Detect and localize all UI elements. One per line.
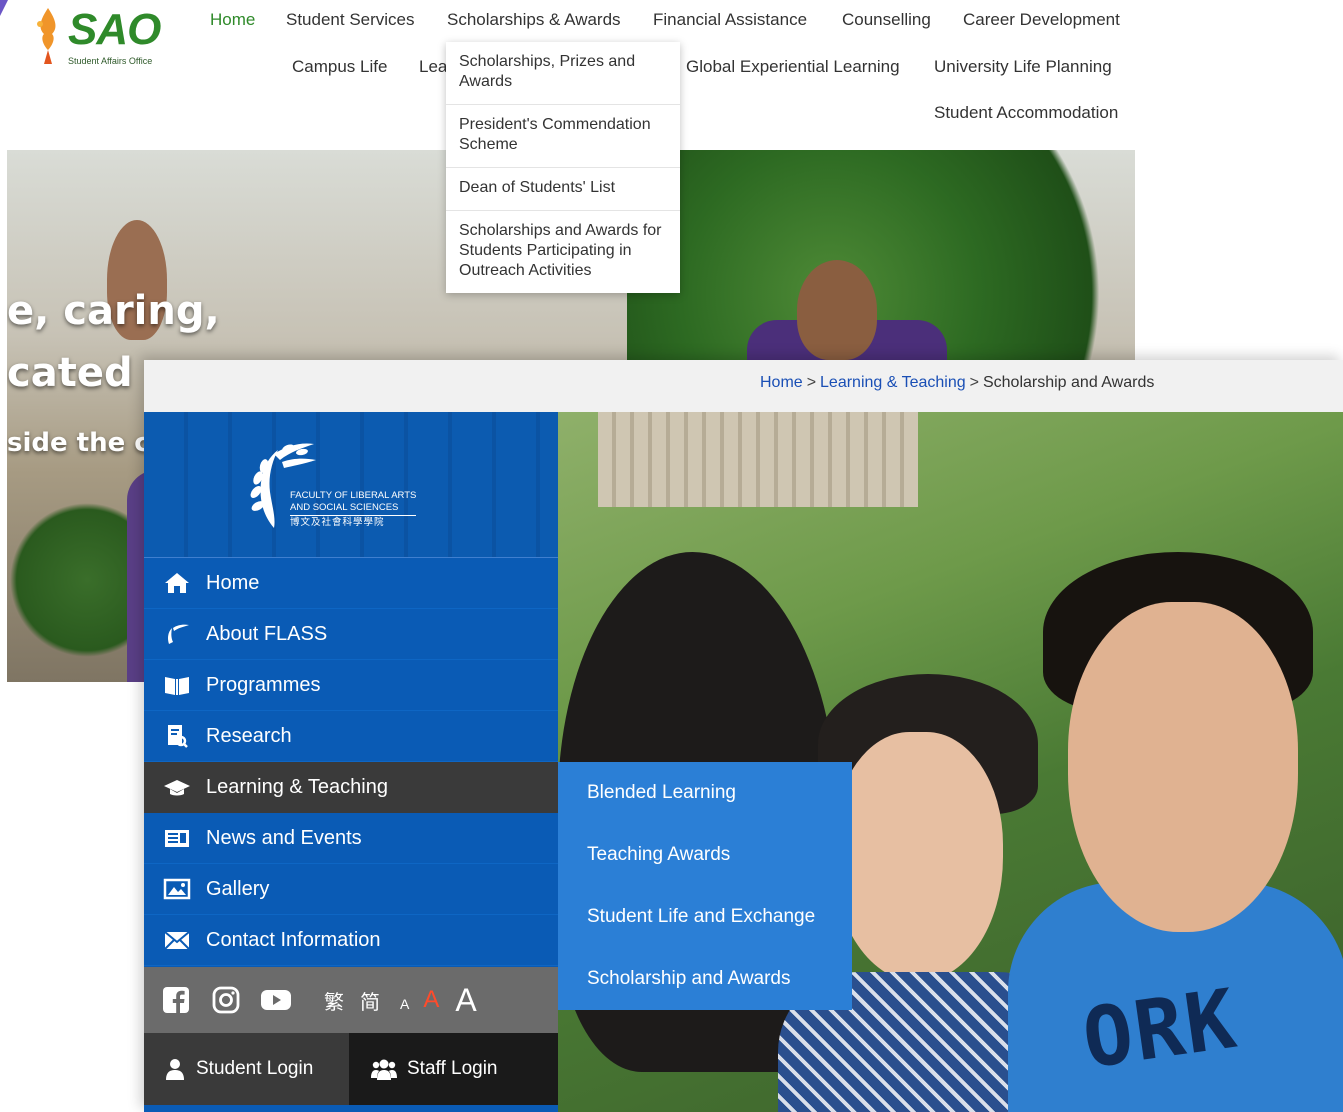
flass-window: Home > Learning & Teaching > Scholarship and… [144,360,1343,1112]
youtube-icon[interactable] [260,984,292,1016]
sao-scholarships-dropdown: Scholarships, Prizes and Awards Presiden… [446,42,680,293]
menu-item-label: Contact Information [206,928,381,951]
menu-item-label: News and Events [206,826,362,849]
breadcrumb: Home > Learning & Teaching > Scholarship and… [760,374,1154,392]
breadcrumb-separator: > [806,374,817,391]
utility-bar: 繁 简 A A A [144,967,558,1033]
submenu-item-blended-learning[interactable]: Blended Learning [558,762,852,824]
menu-item-label: Programmes [206,673,321,696]
main-menu: Home About FLASS Programmes Research Lea… [144,558,558,966]
lang-simplified-chinese[interactable]: 简 [360,986,380,1015]
menu-item-learning-teaching[interactable]: Learning & Teaching [144,762,558,813]
submenu-item-scholarship-awards[interactable]: Scholarship and Awards [558,948,852,1010]
font-size-medium-button[interactable]: A [423,986,439,1014]
flass-logo[interactable]: FACULTY OF LIBERAL ARTS AND SOCIAL SCIEN… [144,412,558,558]
sidebar: FACULTY OF LIBERAL ARTS AND SOCIAL SCIEN… [144,412,558,1112]
flass-logo-text: FACULTY OF LIBERAL ARTS AND SOCIAL SCIEN… [290,490,417,529]
wreath-icon [168,624,189,644]
submenu-item-student-life-exchange[interactable]: Student Life and Exchange [558,886,852,948]
sao-nav-campus-life[interactable]: Campus Life [292,57,387,77]
book-icon [165,677,189,695]
menu-item-about-flass[interactable]: About FLASS [144,609,558,660]
menu-item-research[interactable]: Research [144,711,558,762]
sao-nav-student-services[interactable]: Student Services [286,10,415,30]
login-bar: Student Login Staff Login [144,1033,558,1112]
sao-nav-financial-assistance[interactable]: Financial Assistance [653,10,807,30]
staff-login-button[interactable]: Staff Login [349,1033,558,1105]
corner-marker [0,0,8,16]
sao-nav-learning-partial[interactable]: Lea [419,57,447,77]
menu-item-label: Research [206,724,292,747]
logo-line-2: AND SOCIAL SCIENCES [290,502,399,513]
menu-item-contact[interactable]: Contact Information [144,915,558,966]
instagram-icon[interactable] [210,984,242,1016]
sao-nav-global-experiential[interactable]: Global Experiential Learning [686,57,900,77]
user-icon [166,1059,184,1080]
sao-nav-accommodation[interactable]: Student Accommodation [934,103,1118,123]
home-icon [165,573,189,593]
breadcrumb-home-link[interactable]: Home [760,374,803,391]
menu-item-label: About FLASS [206,622,328,645]
dropdown-item-deans-list[interactable]: Dean of Students' List [446,168,680,211]
dropdown-item-presidents-commendation[interactable]: President's Commendation Scheme [446,105,680,168]
envelope-icon [164,931,190,950]
sao-hero-line-1: e, caring, [7,288,220,334]
sao-logo[interactable]: SAO Student Affairs Office [32,4,182,68]
menu-item-programmes[interactable]: Programmes [144,660,558,711]
sao-nav-career-development[interactable]: Career Development [963,10,1120,30]
sao-subtitle: Student Affairs Office [68,56,153,66]
menu-item-news-events[interactable]: News and Events [144,813,558,864]
lang-traditional-chinese[interactable]: 繁 [324,986,344,1015]
users-icon [371,1059,397,1080]
breadcrumb-section-link[interactable]: Learning & Teaching [820,374,966,391]
facebook-icon[interactable] [160,984,192,1016]
newspaper-icon [165,830,189,847]
learning-teaching-submenu: Blended Learning Teaching Awards Student… [558,762,852,1010]
student-login-button[interactable]: Student Login [144,1033,349,1105]
submenu-item-teaching-awards[interactable]: Teaching Awards [558,824,852,886]
menu-item-gallery[interactable]: Gallery [144,864,558,915]
graduation-cap-icon [164,780,190,796]
flame-logo-icon [37,8,56,64]
sao-wordmark: SAO [68,5,161,54]
logo-line-chinese: 博文及社會科學學院 [290,515,417,529]
menu-item-home[interactable]: Home [144,558,558,609]
student-login-label: Student Login [196,1058,314,1079]
sao-nav-university-life[interactable]: University Life Planning [934,57,1112,77]
font-size-small-button[interactable]: A [400,996,409,1012]
menu-item-label: Home [206,571,260,594]
logo-line-1: FACULTY OF LIBERAL ARTS [290,490,417,501]
sao-nav-counselling[interactable]: Counselling [842,10,931,30]
dropdown-item-scholarships-prizes[interactable]: Scholarships, Prizes and Awards [446,42,680,105]
breadcrumb-separator: > [969,374,979,391]
font-size-large-button[interactable]: A [455,982,476,1019]
breadcrumb-current: Scholarship and Awards [982,374,1155,391]
research-icon [168,725,188,748]
menu-item-label: Gallery [206,877,270,900]
menu-item-label: Learning & Teaching [206,775,388,798]
staff-login-label: Staff Login [407,1058,498,1079]
dropdown-item-outreach-awards[interactable]: Scholarships and Awards for Students Par… [446,211,680,293]
sao-nav-scholarships[interactable]: Scholarships & Awards [447,10,621,30]
sao-nav-home[interactable]: Home [210,10,255,30]
gallery-icon [163,878,191,900]
